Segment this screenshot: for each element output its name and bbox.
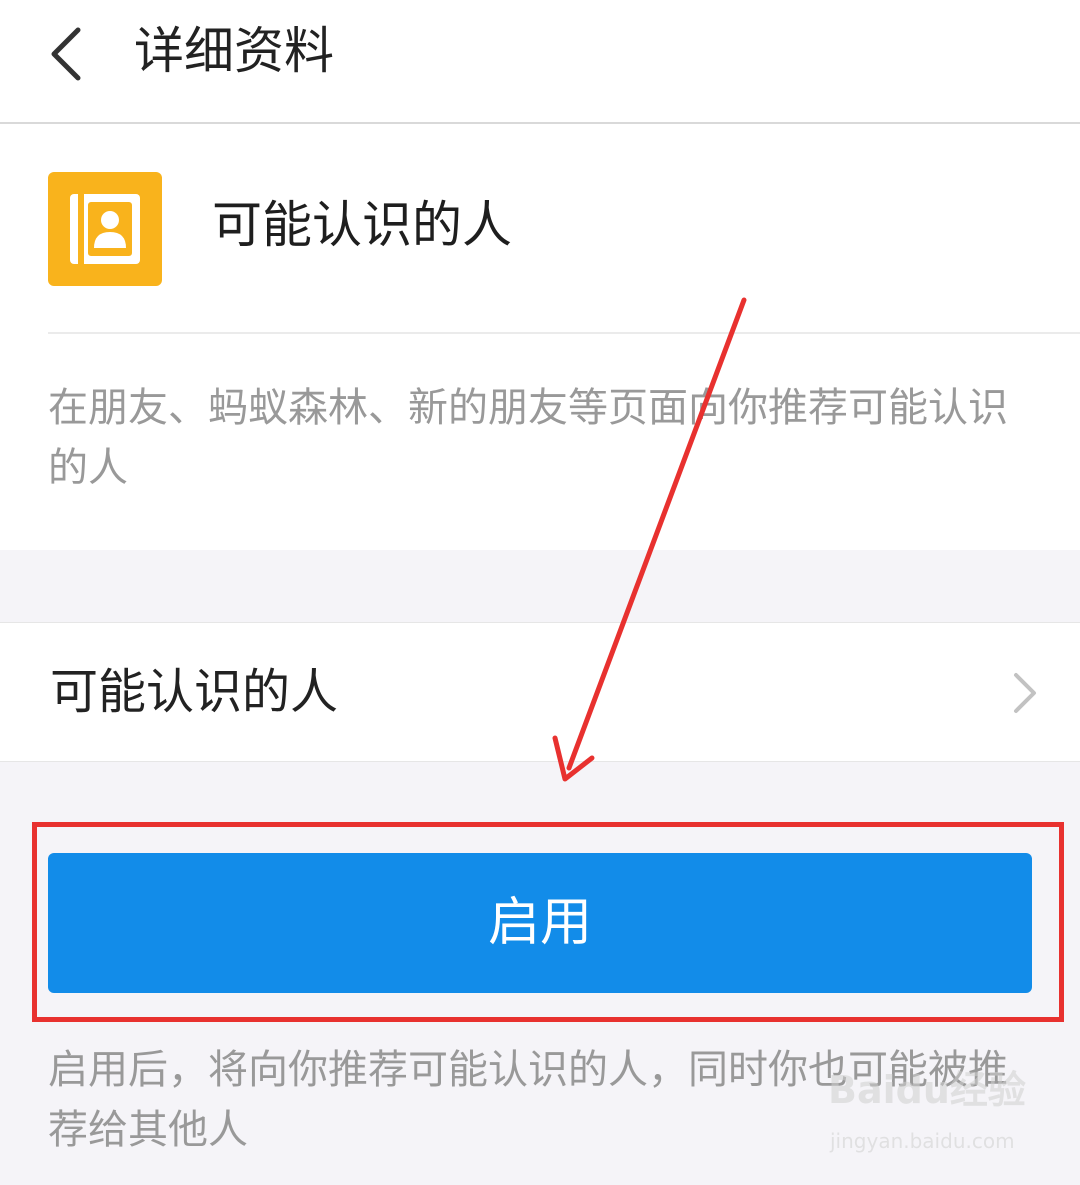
settings-row-people-you-may-know[interactable]: 可能认识的人 — [0, 622, 1080, 762]
baidu-jingyan-watermark: Baidu经验 jingyan.baidu.com — [828, 1066, 1028, 1166]
back-arrow-icon[interactable] — [44, 24, 94, 84]
app-description: 在朋友、蚂蚁森林、新的朋友等页面向你推荐可能认识的人 — [48, 385, 1008, 491]
watermark-url: jingyan.baidu.com — [830, 1129, 1015, 1153]
contacts-book-icon — [48, 172, 162, 286]
page-title: 详细资料 — [134, 22, 334, 80]
divider — [48, 332, 1080, 334]
app-name: 可能认识的人 — [212, 196, 512, 254]
settings-row-label: 可能认识的人 — [50, 664, 339, 720]
watermark-brand: Baidu经验 — [828, 1068, 1026, 1112]
chevron-right-icon — [1006, 671, 1042, 715]
top-nav-bar: 详细资料 — [0, 0, 1080, 124]
app-info-card: 可能认识的人 在朋友、蚂蚁森林、新的朋友等页面向你推荐可能认识的人 — [0, 124, 1080, 550]
enable-button[interactable]: 启用 — [48, 853, 1032, 993]
